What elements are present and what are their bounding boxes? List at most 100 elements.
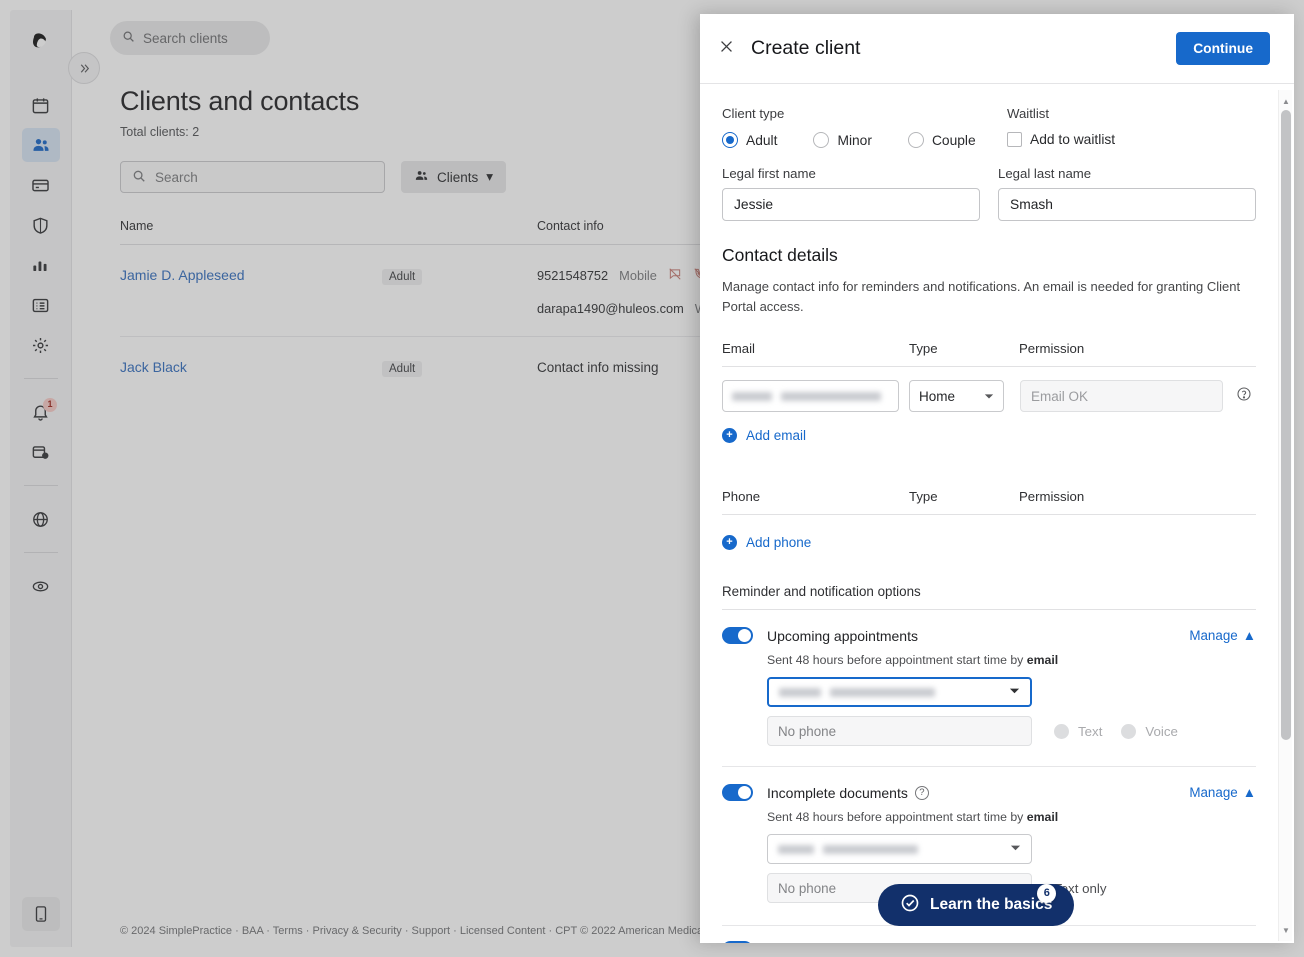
help-circle-icon[interactable] (1236, 386, 1252, 407)
reminder-channel: email (1027, 810, 1058, 824)
radio-text-label: Text (1078, 724, 1102, 739)
add-to-waitlist-checkbox[interactable]: Add to waitlist (1007, 132, 1115, 147)
toggle-upcoming-appointments[interactable] (722, 627, 753, 644)
email-type-value: Home (919, 389, 955, 404)
add-email-label: Add email (746, 428, 806, 443)
phone-table-header: Phone Type Permission (722, 489, 1256, 515)
legal-last-name-label: Legal last name (998, 166, 1256, 181)
toggle-cancellations[interactable] (722, 941, 753, 943)
check-circle-icon (900, 893, 920, 918)
phone-permission-column-header: Permission (1019, 489, 1256, 504)
redacted-email-value-2 (823, 845, 918, 854)
reminder-email-select[interactable] (767, 834, 1032, 864)
close-icon[interactable] (718, 38, 735, 59)
phone-column-header: Phone (722, 489, 909, 504)
plus-circle-icon: + (722, 428, 737, 443)
toggle-incomplete-documents[interactable] (722, 784, 753, 801)
manage-cancellations[interactable]: Manage ▲ (1189, 942, 1256, 943)
email-input[interactable] (722, 380, 899, 412)
manage-label: Manage (1189, 942, 1237, 943)
waitlist-label: Waitlist (1007, 106, 1256, 121)
learn-the-basics-label: Learn the basics (930, 896, 1052, 914)
scroll-up-arrow-icon[interactable]: ▲ (1279, 94, 1293, 108)
redacted-email-value (778, 845, 814, 854)
client-type-waitlist-row: Client type Adult Minor Couple (722, 106, 1256, 148)
client-type-label: Client type (722, 106, 1007, 121)
email-permission-column-header: Permission (1019, 341, 1256, 356)
radio-option-couple[interactable]: Couple (908, 132, 976, 148)
chevron-up-icon: ▲ (1243, 628, 1256, 643)
phone-type-column-header: Type (909, 489, 1019, 504)
reminder-phone-input[interactable]: No phone (767, 716, 1032, 746)
contact-details-description: Manage contact info for reminders and no… (722, 277, 1247, 317)
chevron-up-icon: ▲ (1243, 785, 1256, 800)
client-type-radio-group: Adult Minor Couple (722, 132, 1007, 148)
manage-label: Manage (1189, 628, 1237, 643)
reminder-channel: email (1027, 653, 1058, 667)
help-circle-icon[interactable]: ? (915, 786, 929, 800)
radio-text-icon[interactable] (1054, 724, 1069, 739)
legal-name-row: Legal first name Jessie Legal last name … (722, 166, 1256, 221)
redacted-email-value (732, 392, 772, 401)
radio-couple-icon (908, 132, 924, 148)
email-table-header: Email Type Permission (722, 341, 1256, 367)
legal-first-name-input[interactable]: Jessie (722, 188, 980, 221)
reminder-channel-options: Text Voice (1054, 724, 1188, 739)
email-column-header: Email (722, 341, 909, 356)
add-email-button[interactable]: + Add email (722, 428, 1256, 443)
manage-label: Manage (1189, 785, 1237, 800)
reminder-cancellations: Cancellations New Manage ▲ (722, 941, 1256, 943)
radio-adult-label: Adult (746, 133, 777, 148)
reminder-sub-prefix: Sent 48 hours before appointment start t… (767, 810, 1027, 824)
radio-option-adult[interactable]: Adult (722, 132, 777, 148)
email-row: Home Email OK (722, 380, 1256, 412)
reminder-name: Incomplete documents (767, 785, 908, 801)
radio-couple-label: Couple (932, 133, 976, 148)
legal-last-name-input[interactable]: Smash (998, 188, 1256, 221)
email-type-column-header: Type (909, 341, 1019, 356)
add-to-waitlist-label: Add to waitlist (1030, 132, 1115, 147)
checkbox-icon (1007, 132, 1022, 147)
learn-the-basics-count-badge: 6 (1037, 884, 1056, 903)
reminder-options-section-label: Reminder and notification options (722, 584, 1256, 610)
contact-details-title: Contact details (722, 245, 1256, 266)
legal-first-name-label: Legal first name (722, 166, 980, 181)
reminder-name: Upcoming appointments (767, 628, 918, 644)
reminder-name-wrap: Incomplete documents ? (767, 785, 929, 801)
radio-option-minor[interactable]: Minor (813, 132, 872, 148)
reminder-sub-text: Sent 48 hours before appointment start t… (767, 810, 1256, 824)
redacted-email-value-2 (830, 688, 935, 697)
modal-header: Create client Continue (700, 14, 1294, 84)
email-permission-input[interactable]: Email OK (1020, 380, 1223, 412)
chevron-down-icon (1010, 840, 1021, 858)
waitlist-checkbox-row: Add to waitlist (1007, 132, 1256, 147)
radio-minor-label: Minor (837, 133, 872, 148)
reminder-name: Cancellations (767, 942, 851, 943)
manage-upcoming-appointments[interactable]: Manage ▲ (1189, 628, 1256, 643)
reminder-sub-prefix: Sent 48 hours before appointment start t… (767, 653, 1027, 667)
redacted-email-value-2 (781, 392, 881, 401)
chevron-up-icon: ▲ (1243, 942, 1256, 943)
radio-adult-icon (722, 132, 738, 148)
radio-voice-label: Voice (1145, 724, 1178, 739)
chevron-down-icon (1009, 683, 1020, 701)
radio-minor-icon (813, 132, 829, 148)
plus-circle-icon: + (722, 535, 737, 550)
continue-button[interactable]: Continue (1176, 32, 1270, 65)
scrollbar-thumb[interactable] (1281, 110, 1291, 740)
reminder-upcoming-appointments: Upcoming appointments Manage ▲ Sent 48 h… (722, 627, 1256, 746)
scroll-down-arrow-icon[interactable]: ▼ (1279, 923, 1293, 937)
create-client-modal: Create client Continue Client type Adult… (700, 14, 1294, 943)
radio-voice-icon[interactable] (1121, 724, 1136, 739)
add-phone-button[interactable]: + Add phone (722, 535, 1256, 550)
reminder-email-select[interactable] (767, 677, 1032, 707)
modal-body: Client type Adult Minor Couple (700, 84, 1294, 943)
learn-the-basics-button[interactable]: Learn the basics 6 (878, 884, 1074, 926)
redacted-email-value (779, 688, 821, 697)
reminder-sub-text: Sent 48 hours before appointment start t… (767, 653, 1256, 667)
email-type-select[interactable]: Home (909, 380, 1004, 412)
modal-title: Create client (751, 37, 860, 60)
reminder-name-wrap: Cancellations New (767, 942, 889, 943)
modal-scrollbar[interactable]: ▲ ▼ (1278, 90, 1292, 941)
manage-incomplete-documents[interactable]: Manage ▲ (1189, 785, 1256, 800)
